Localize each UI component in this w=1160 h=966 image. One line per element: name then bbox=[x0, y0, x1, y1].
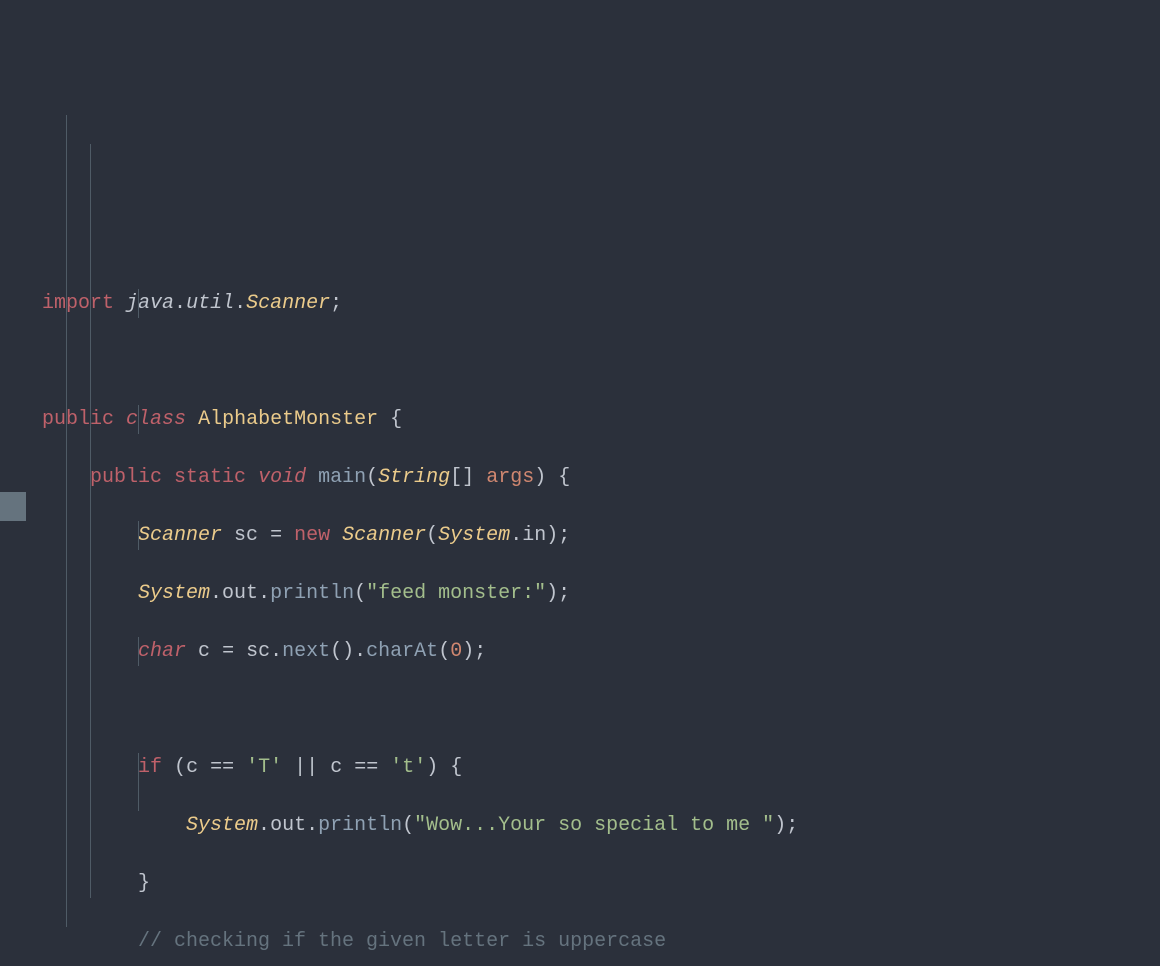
code-line[interactable]: System.out.println("feed monster:"); bbox=[42, 579, 1160, 608]
indent-guide bbox=[138, 289, 139, 318]
type-scanner: Scanner bbox=[246, 292, 330, 315]
pkg-util: util bbox=[186, 292, 234, 315]
indent-guide bbox=[90, 144, 91, 898]
pkg-java: java bbox=[126, 292, 174, 315]
code-line[interactable]: } bbox=[42, 869, 1160, 898]
code-line[interactable]: Scanner sc = new Scanner(System.in); bbox=[42, 521, 1160, 550]
indent-guide bbox=[66, 115, 67, 927]
code-line[interactable]: // checking if the given letter is upper… bbox=[42, 927, 1160, 956]
indent-guide bbox=[138, 753, 139, 811]
kw-import: import bbox=[42, 292, 114, 315]
code-line[interactable]: System.out.println("Wow...Your so specia… bbox=[42, 811, 1160, 840]
code-line[interactable]: if (c == 'T' || c == 't') { bbox=[42, 753, 1160, 782]
code-line[interactable] bbox=[42, 347, 1160, 376]
code-line[interactable]: import java.util.Scanner; bbox=[42, 289, 1160, 318]
class-name: AlphabetMonster bbox=[198, 408, 378, 431]
code-line[interactable]: public class AlphabetMonster { bbox=[42, 405, 1160, 434]
code-editor[interactable]: import java.util.Scanner; public class A… bbox=[0, 0, 1160, 966]
code-line[interactable]: public static void main(String[] args) { bbox=[42, 463, 1160, 492]
gutter-highlight bbox=[0, 492, 26, 521]
indent-guide bbox=[138, 637, 139, 666]
code-line[interactable] bbox=[42, 695, 1160, 724]
indent-guide bbox=[138, 521, 139, 550]
fn-main: main bbox=[318, 466, 366, 489]
indent-guide bbox=[138, 405, 139, 434]
code-line[interactable]: char c = sc.next().charAt(0); bbox=[42, 637, 1160, 666]
